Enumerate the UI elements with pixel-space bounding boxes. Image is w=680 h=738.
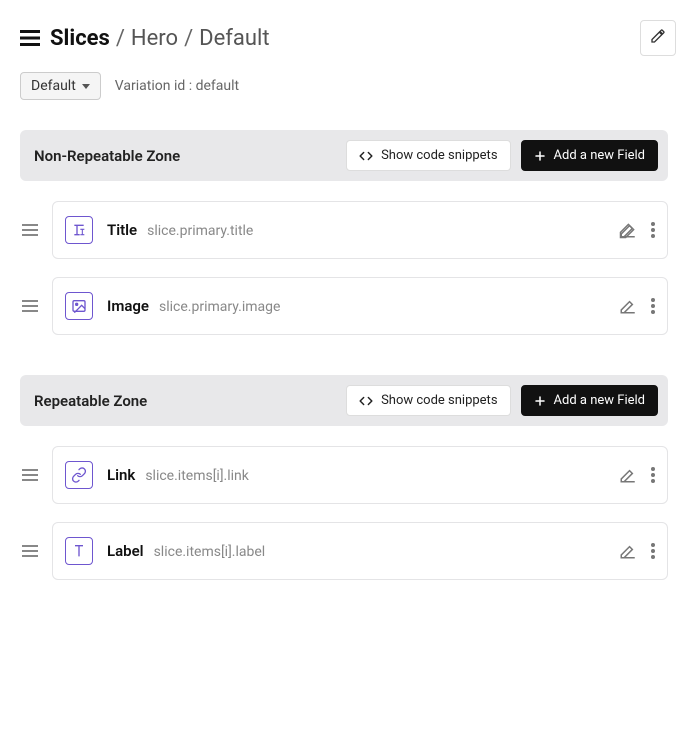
field-row: Label slice.items[i].label	[20, 522, 668, 580]
zone-title: Repeatable Zone	[34, 392, 147, 410]
plus-icon	[534, 395, 546, 407]
field-row: Title slice.primary.title	[20, 201, 668, 259]
breadcrumb-sep: /	[184, 26, 193, 51]
code-icon	[359, 394, 373, 408]
field-path: slice.primary.title	[147, 223, 253, 239]
add-field-button[interactable]: Add a new Field	[521, 140, 658, 171]
field-name: Label	[107, 542, 144, 560]
breadcrumb: Slices / Hero / Default	[50, 26, 270, 51]
breadcrumb-root[interactable]: Slices	[50, 26, 110, 51]
field-menu-button[interactable]	[651, 298, 655, 314]
edit-button[interactable]	[640, 20, 676, 56]
field-card: Link slice.items[i].link	[52, 446, 668, 504]
field-menu-button[interactable]	[651, 467, 655, 483]
edit-field-button[interactable]	[619, 297, 637, 315]
edit-field-button[interactable]	[619, 221, 637, 239]
variation-id-label: Variation id : default	[115, 78, 239, 94]
variation-row: Default Variation id : default	[20, 72, 680, 100]
drag-handle-icon[interactable]	[20, 299, 40, 313]
field-card: Label slice.items[i].label	[52, 522, 668, 580]
field-row: Image slice.primary.image	[20, 277, 668, 335]
add-field-label: Add a new Field	[554, 393, 645, 408]
drag-handle-icon[interactable]	[20, 223, 40, 237]
image-field-icon	[65, 292, 93, 320]
drag-handle-icon[interactable]	[20, 544, 40, 558]
show-snippets-label: Show code snippets	[381, 393, 497, 408]
field-name: Image	[107, 297, 149, 315]
add-field-button[interactable]: Add a new Field	[521, 385, 658, 416]
edit-field-button[interactable]	[619, 542, 637, 560]
header: Slices / Hero / Default	[20, 20, 680, 56]
field-name: Title	[107, 221, 137, 239]
text-field-icon	[65, 216, 93, 244]
zone-title: Non-Repeatable Zone	[34, 147, 180, 165]
field-card: Image slice.primary.image	[52, 277, 668, 335]
non-repeatable-zone: Non-Repeatable Zone Show code snippets A…	[20, 130, 668, 335]
show-code-snippets-button[interactable]: Show code snippets	[346, 140, 510, 171]
pencil-icon	[650, 28, 666, 48]
add-field-label: Add a new Field	[554, 148, 645, 163]
field-path: slice.primary.image	[159, 299, 280, 315]
field-row: Link slice.items[i].link	[20, 446, 668, 504]
edit-field-button[interactable]	[619, 466, 637, 484]
repeatable-zone: Repeatable Zone Show code snippets Add a…	[20, 375, 668, 580]
field-path: slice.items[i].label	[154, 544, 266, 560]
link-field-icon	[65, 461, 93, 489]
breadcrumb-sep: /	[116, 26, 125, 51]
drag-handle-icon[interactable]	[20, 468, 40, 482]
field-path: slice.items[i].link	[145, 468, 249, 484]
field-list: Title slice.primary.title	[20, 181, 668, 335]
zone-header: Repeatable Zone Show code snippets Add a…	[20, 375, 668, 426]
show-code-snippets-button[interactable]: Show code snippets	[346, 385, 510, 416]
variation-select[interactable]: Default	[20, 72, 101, 100]
menu-icon[interactable]	[20, 30, 40, 46]
field-list: Link slice.items[i].link	[20, 426, 668, 580]
label-field-icon	[65, 537, 93, 565]
breadcrumb-variation: Default	[199, 26, 269, 51]
zone-header: Non-Repeatable Zone Show code snippets A…	[20, 130, 668, 181]
code-icon	[359, 149, 373, 163]
field-menu-button[interactable]	[651, 543, 655, 559]
field-name: Link	[107, 466, 135, 484]
plus-icon	[534, 150, 546, 162]
field-menu-button[interactable]	[651, 222, 655, 238]
show-snippets-label: Show code snippets	[381, 148, 497, 163]
chevron-down-icon	[82, 84, 90, 89]
breadcrumb-slice[interactable]: Hero	[131, 26, 178, 51]
variation-select-label: Default	[31, 78, 76, 94]
field-card: Title slice.primary.title	[52, 201, 668, 259]
